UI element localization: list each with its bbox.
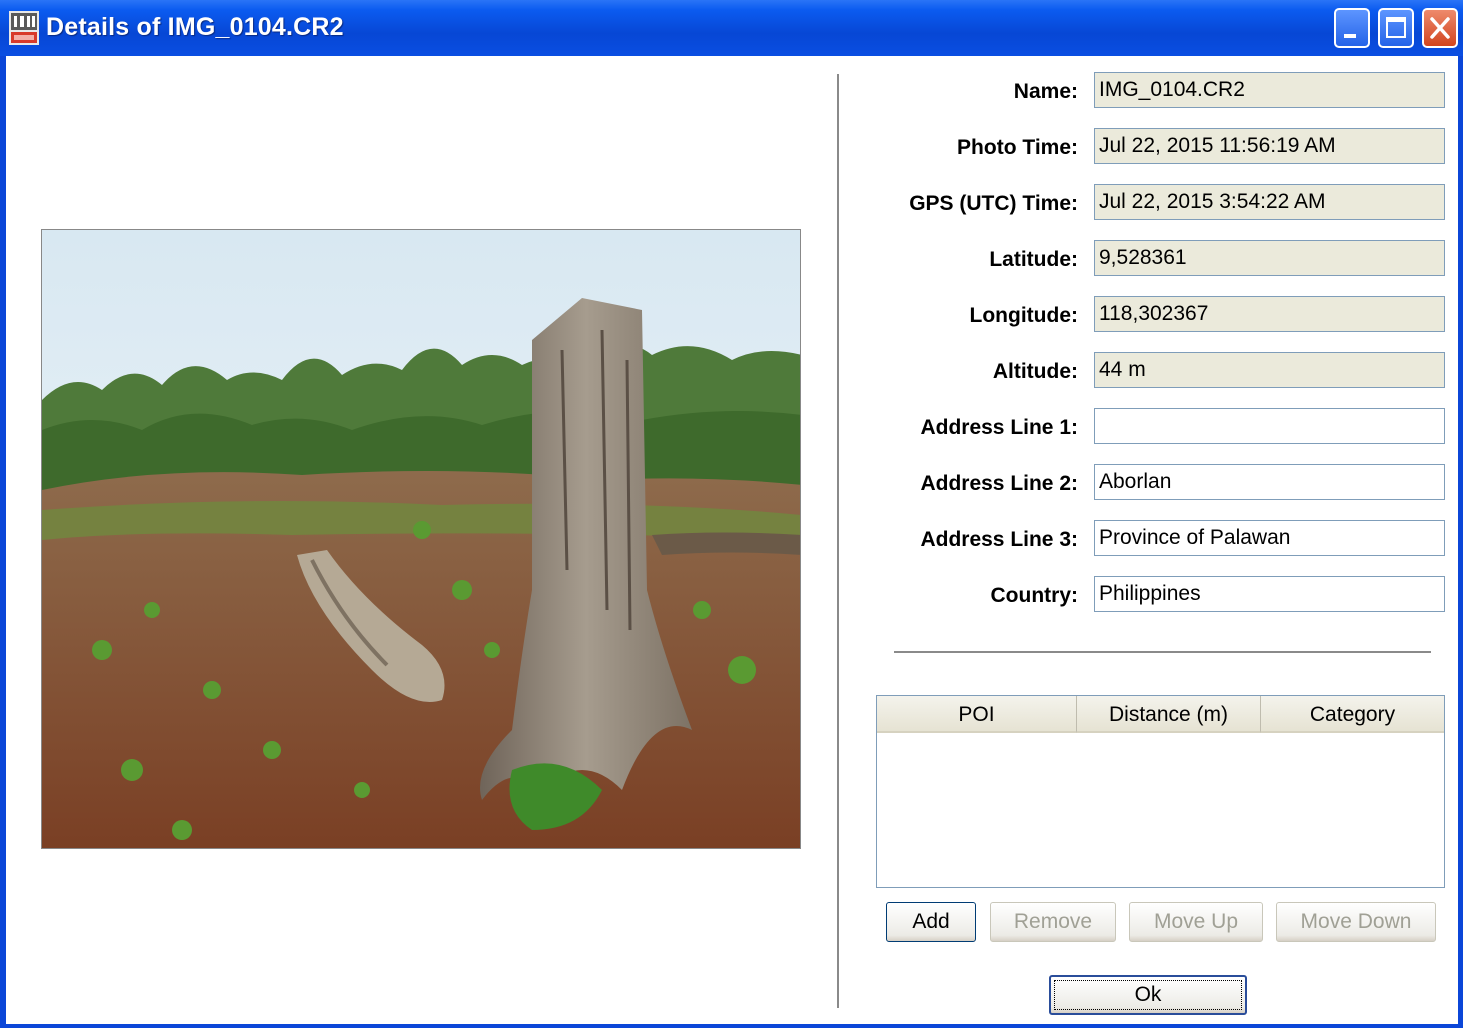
address-line-1-label: Address Line 1: [920, 416, 1078, 439]
close-icon [1430, 17, 1450, 39]
window-title: Details of IMG_0104.CR2 [46, 13, 344, 41]
latitude-field[interactable]: 9,528361 [1094, 240, 1445, 276]
vertical-divider [837, 74, 839, 1008]
column-header-category[interactable]: Category [1261, 696, 1444, 733]
column-header-poi[interactable]: POI [877, 696, 1077, 733]
maximize-button[interactable] [1378, 8, 1414, 48]
altitude-label: Altitude: [992, 360, 1078, 383]
name-label: Name: [1013, 80, 1078, 103]
longitude-field[interactable]: 118,302367 [1094, 296, 1445, 332]
close-button[interactable] [1422, 8, 1458, 48]
minimize-button[interactable] [1334, 8, 1370, 48]
photo-image [42, 230, 800, 848]
altitude-field[interactable]: 44 m [1094, 352, 1445, 388]
minimize-icon [1344, 34, 1356, 38]
horizontal-divider [894, 651, 1431, 653]
name-field[interactable]: IMG_0104.CR2 [1094, 72, 1445, 108]
photo-preview [41, 229, 801, 849]
address-line-2-field[interactable]: Aborlan [1094, 464, 1445, 500]
gps-utc-time-label: GPS (UTC) Time: [909, 192, 1078, 215]
column-header-distance[interactable]: Distance (m) [1077, 696, 1261, 733]
move-down-button[interactable]: Move Down [1276, 902, 1436, 942]
address-line-3-field[interactable]: Province of Palawan [1094, 520, 1445, 556]
focus-rectangle [1054, 980, 1242, 1010]
country-field[interactable]: Philippines [1094, 576, 1445, 612]
poi-table[interactable]: POI Distance (m) Category [876, 695, 1445, 888]
address-line-1-field[interactable] [1094, 408, 1445, 444]
maximize-icon [1386, 17, 1406, 38]
details-dialog: Details of IMG_0104.CR2 Name: IMG_0104.C… [0, 0, 1463, 1028]
gps-utc-time-field[interactable]: Jul 22, 2015 3:54:22 AM [1094, 184, 1445, 220]
address-line-3-label: Address Line 3: [920, 528, 1078, 551]
add-button[interactable]: Add [886, 902, 976, 942]
ok-button[interactable]: Ok [1049, 975, 1247, 1015]
photo-time-field[interactable]: Jul 22, 2015 11:56:19 AM [1094, 128, 1445, 164]
longitude-label: Longitude: [969, 304, 1078, 327]
latitude-label: Latitude: [989, 248, 1078, 271]
remove-button[interactable]: Remove [990, 902, 1116, 942]
address-line-2-label: Address Line 2: [920, 472, 1078, 495]
country-label: Country: [990, 584, 1079, 607]
jobo-gps-app-icon [9, 11, 39, 45]
photo-time-label: Photo Time: [957, 136, 1078, 159]
title-bar[interactable]: Details of IMG_0104.CR2 [0, 0, 1463, 56]
move-up-button[interactable]: Move Up [1129, 902, 1263, 942]
dialog-content: Name: IMG_0104.CR2 Photo Time: Jul 22, 2… [6, 56, 1458, 1024]
